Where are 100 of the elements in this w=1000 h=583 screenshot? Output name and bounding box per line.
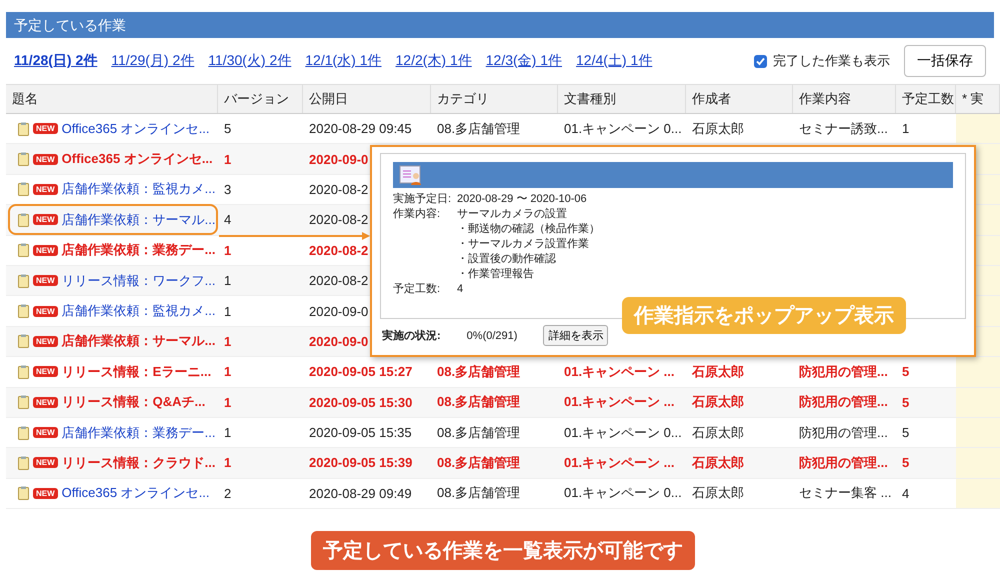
callout-label: 作業指示をポップアップ表示: [622, 297, 906, 334]
table-cell: 2020-09-05 15:39: [309, 455, 412, 470]
date-tab[interactable]: 11/28(日) 2件: [14, 52, 98, 70]
task-title-link[interactable]: 店舗作業依頼：監視カメ...: [62, 180, 216, 198]
task-title-link[interactable]: Office365 オンラインセ...: [62, 150, 213, 168]
table-cell: 08.多店舗管理: [437, 120, 520, 138]
table-cell: 石原太郎: [692, 454, 744, 472]
table-cell: 01.キャンペーン ...: [564, 454, 675, 472]
checkbox[interactable]: [754, 54, 767, 68]
table-cell: 4: [224, 212, 232, 228]
table-cell: 1: [224, 455, 232, 470]
table-cell: 1: [224, 242, 232, 258]
table-cell: 防犯用の管理...: [799, 393, 888, 412]
date-tab[interactable]: 12/2(木) 1件: [396, 52, 472, 70]
new-badge: NEW: [33, 427, 58, 438]
clipboard-icon: [18, 182, 29, 196]
content-line: ・設置後の動作確認: [457, 253, 556, 265]
field-value: 2020-08-29 〜 2020-10-06: [457, 192, 587, 207]
column-header[interactable]: 作成者: [686, 85, 793, 113]
table-cell: 2020-08-2: [309, 273, 368, 288]
new-badge: NEW: [33, 154, 58, 165]
clipboard-icon: [18, 426, 29, 440]
table-cell: 08.多店舗管理: [437, 454, 520, 472]
new-badge: NEW: [33, 396, 58, 408]
status-label: 実施の状況:: [382, 328, 441, 343]
table-cell: 1: [224, 304, 232, 319]
column-header[interactable]: カテゴリ: [431, 85, 558, 113]
date-tab[interactable]: 11/30(火) 2件: [208, 52, 292, 70]
save-button[interactable]: 一括保存: [904, 45, 986, 77]
table-cell: 3: [224, 182, 232, 197]
table-cell: 1: [224, 394, 232, 410]
column-header[interactable]: 予定工数: [896, 85, 956, 113]
column-header[interactable]: バージョン: [218, 85, 303, 113]
clipboard-icon: [18, 212, 29, 227]
new-badge: NEW: [33, 336, 58, 347]
table-cell: 5: [902, 455, 910, 470]
clipboard-icon: [18, 304, 29, 318]
table-cell: [956, 388, 1000, 417]
task-title-link[interactable]: 店舗作業依頼：業務デー...: [62, 424, 216, 442]
task-title-link[interactable]: 店舗作業依頼：業務デー...: [62, 241, 216, 260]
table-cell: 08.多店舗管理: [437, 484, 520, 502]
task-title-link[interactable]: 店舗作業依頼：サーマル...: [62, 332, 216, 350]
column-header[interactable]: 題名: [6, 85, 218, 113]
table-cell: 石原太郎: [692, 484, 744, 502]
detail-button[interactable]: 詳細を表示: [543, 325, 608, 346]
date-tab[interactable]: 12/3(金) 1件: [486, 52, 562, 70]
table-cell: 01.キャンペーン ...: [564, 393, 675, 412]
date-tab[interactable]: 11/29(月) 2件: [111, 52, 194, 70]
column-header[interactable]: 公開日: [303, 85, 431, 113]
task-title-link[interactable]: 店舗作業依頼：サーマル...: [62, 210, 216, 229]
task-title-link[interactable]: 店舗作業依頼：監視カメ...: [62, 302, 216, 320]
table-cell: 1: [224, 364, 232, 380]
table-cell: 2020-08-2: [309, 182, 368, 197]
table-cell: 防犯用の管理...: [799, 424, 888, 442]
clipboard-icon: [18, 243, 29, 258]
table-cell: 2020-09-05 15:35: [309, 425, 412, 440]
task-title-link[interactable]: リリース情報：Eラーニ...: [62, 362, 212, 381]
clipboard-icon: [18, 486, 29, 500]
field-label: 予定工数:: [393, 282, 442, 297]
table-cell: 防犯用の管理...: [799, 454, 888, 472]
table-cell: 2020-09-0: [309, 152, 368, 167]
clipboard-icon: [18, 395, 29, 410]
new-badge: NEW: [33, 366, 58, 378]
content-line: ・作業管理報告: [457, 268, 534, 280]
table-cell: 5: [224, 121, 232, 136]
table-cell: 石原太郎: [692, 362, 744, 381]
task-title-link[interactable]: Office365 オンラインセ...: [62, 484, 210, 502]
date-tab[interactable]: 12/4(土) 1件: [576, 52, 652, 70]
content-line: ・サーマルカメラ設置作業: [457, 238, 589, 250]
clipboard-icon: [18, 364, 29, 379]
table-cell: 2: [224, 486, 232, 501]
table-cell: 5: [902, 394, 910, 410]
column-header[interactable]: * 実: [956, 85, 1000, 113]
table-cell: 01.キャンペーン 0...: [564, 120, 682, 138]
new-badge: NEW: [33, 123, 58, 134]
table-cell: 01.キャンペーン ...: [564, 362, 675, 381]
field-value: 4: [457, 282, 464, 297]
panel-title: 予定している作業: [6, 12, 994, 38]
table-cell: [956, 357, 1000, 387]
table-cell: 1: [224, 152, 232, 167]
table-cell: [956, 478, 1000, 508]
table-cell: 08.多店舗管理: [437, 393, 520, 412]
person-card-icon: [399, 163, 423, 187]
table-cell: [956, 448, 1000, 478]
column-header[interactable]: 作業内容: [793, 85, 896, 113]
task-title-link[interactable]: リリース情報：Q&Aチ...: [62, 393, 206, 412]
table-cell: 2020-09-0: [309, 334, 368, 349]
date-tab[interactable]: 12/1(水) 1件: [305, 52, 382, 70]
table-cell: 1: [224, 334, 232, 349]
task-title-link[interactable]: Office365 オンラインセ...: [62, 120, 210, 138]
task-title-link[interactable]: リリース情報：ワークフ...: [62, 272, 216, 290]
table-cell: 石原太郎: [692, 393, 744, 412]
column-header[interactable]: 文書種別: [558, 85, 686, 113]
content-line: サーマルカメラの設置: [457, 208, 567, 220]
table-cell: 4: [902, 486, 910, 501]
clipboard-icon: [18, 456, 29, 470]
clipboard-icon: [18, 122, 29, 136]
table-cell: 01.キャンペーン 0...: [564, 424, 682, 442]
table-cell: セミナー誘致...: [799, 120, 888, 138]
task-title-link[interactable]: リリース情報：クラウド...: [62, 454, 216, 472]
